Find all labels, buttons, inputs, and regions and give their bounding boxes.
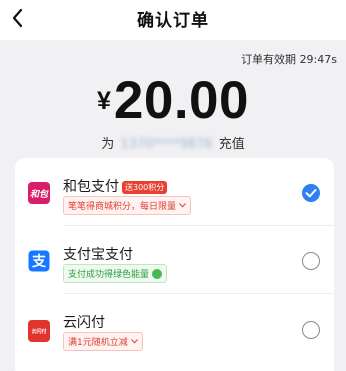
top-navigation-bar: 确认订单 bbox=[0, 0, 346, 40]
recharge-prefix: 为 bbox=[101, 137, 115, 152]
checkmark-icon bbox=[305, 189, 317, 198]
promo-tag: 笔笔得商城积分，每日限量 bbox=[63, 196, 191, 215]
countdown-value: 29:47s bbox=[299, 53, 337, 66]
payment-method-name: 和包支付 送300积分 bbox=[63, 176, 168, 196]
currency-symbol: ¥ bbox=[96, 87, 111, 115]
order-countdown: 订单有效期 29:47s bbox=[241, 51, 337, 67]
payment-method-unionpay[interactable]: 云闪付 云闪付 满1元随机立减 bbox=[15, 294, 334, 362]
payment-method-label: 和包支付 bbox=[63, 179, 119, 195]
svg-text:支: 支 bbox=[31, 253, 47, 270]
alipay-logo-icon: 支 bbox=[28, 250, 50, 272]
recharge-suffix: 充值 bbox=[218, 137, 245, 152]
promo-pill: 送300积分 bbox=[122, 181, 168, 194]
payment-method-label: 支付宝支付 bbox=[63, 247, 133, 263]
hebao-logo-icon: 和包 bbox=[28, 182, 50, 204]
promo-tag-text: 满1元随机立减 bbox=[68, 338, 128, 348]
green-energy-icon bbox=[152, 269, 163, 279]
payment-method-alipay[interactable]: 支 支付宝支付 支付成功得绿色能量 bbox=[15, 226, 334, 294]
amount-value: 20.00 bbox=[113, 71, 250, 130]
radio-unselected[interactable] bbox=[302, 252, 320, 270]
payment-method-label: 云闪付 bbox=[63, 315, 105, 331]
payment-method-hebao[interactable]: 和包 和包支付 送300积分 笔笔得商城积分，每日限量 bbox=[15, 158, 334, 226]
countdown-label: 订单有效期 bbox=[241, 53, 297, 66]
radio-selected[interactable] bbox=[302, 184, 320, 202]
promo-tag: 满1元随机立减 bbox=[63, 332, 143, 351]
promo-tag-text: 支付成功得绿色能量 bbox=[68, 270, 150, 280]
promo-tag: 支付成功得绿色能量 bbox=[63, 264, 168, 283]
recharge-phone-number: 1370****9876 bbox=[120, 137, 213, 152]
radio-unselected[interactable] bbox=[302, 321, 320, 339]
promo-tag-text: 笔笔得商城积分，每日限量 bbox=[68, 202, 177, 212]
chevron-down-icon bbox=[130, 339, 138, 344]
chevron-down-icon bbox=[179, 203, 186, 208]
alipay-glyph-icon: 支 bbox=[28, 250, 50, 272]
unionpay-quickpass-logo-icon: 云闪付 bbox=[28, 320, 50, 342]
page-title: 确认订单 bbox=[137, 11, 209, 31]
payment-methods-card: 和包 和包支付 送300积分 笔笔得商城积分，每日限量 支 支付宝支付 支付成功得… bbox=[15, 158, 334, 371]
recharge-target: 为 1370****9876 充值 bbox=[0, 133, 346, 152]
payment-amount: ¥20.00 bbox=[0, 70, 346, 131]
